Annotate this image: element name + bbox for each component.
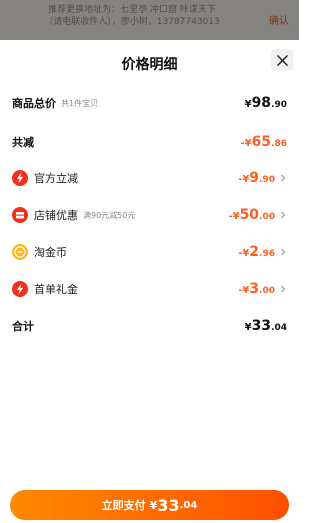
sheet-title: 价格明细 bbox=[121, 57, 178, 73]
goods-count: 共1件宝贝 bbox=[61, 98, 99, 108]
pay-now-label: 立即支付 bbox=[101, 499, 146, 512]
chevron-right-icon bbox=[281, 211, 286, 219]
row-first-order-gift[interactable]: 首单礼金 -¥ 3 .00 bbox=[12, 279, 287, 299]
taojinbi-label: 淘金币 bbox=[34, 246, 67, 259]
official-discount-label: 官方立减 bbox=[34, 172, 78, 185]
shop-icon bbox=[12, 207, 28, 223]
lightning-icon bbox=[12, 170, 28, 186]
row-shop-discount[interactable]: 店铺优惠 满90元减50元 -¥ 50 .00 bbox=[12, 205, 287, 225]
chevron-right-icon bbox=[281, 174, 286, 182]
price-detail-sheet: 价格明细 商品总价 共1件宝贝 ¥ 98 .90 共减 -¥ 65 .86 官方… bbox=[0, 40, 299, 523]
shop-discount-amount: -¥ 50 .00 bbox=[228, 207, 275, 223]
reduction-label: 共减 bbox=[12, 136, 34, 149]
chevron-right-icon bbox=[281, 248, 286, 256]
row-official-discount[interactable]: 官方立减 -¥ 9 .90 bbox=[12, 168, 287, 188]
dim-overlay[interactable] bbox=[0, 0, 299, 40]
lightning-icon bbox=[12, 281, 28, 297]
row-total-reduction: 共减 -¥ 65 .86 bbox=[12, 132, 287, 152]
close-button[interactable] bbox=[271, 49, 293, 71]
shop-discount-condition: 满90元减50元 bbox=[83, 210, 136, 220]
pay-now-button[interactable]: 立即支付 ¥ 33 .04 bbox=[10, 490, 289, 520]
pay-amount-int: 33 bbox=[157, 495, 180, 515]
shop-discount-label: 店铺优惠 bbox=[34, 209, 78, 222]
sum-label: 合计 bbox=[12, 320, 34, 333]
row-goods-total: 商品总价 共1件宝贝 ¥ 98 .90 bbox=[12, 93, 287, 113]
chevron-right-icon bbox=[281, 285, 286, 293]
taojinbi-amount: -¥ 2 .96 bbox=[238, 244, 275, 260]
row-taojinbi[interactable]: 淘金币 -¥ 2 .96 bbox=[12, 242, 287, 262]
reduction-amount: -¥ 65 .86 bbox=[240, 134, 287, 150]
row-sum: 合计 ¥ 33 .04 bbox=[12, 316, 287, 336]
coin-icon bbox=[12, 244, 28, 260]
pay-currency: ¥ bbox=[149, 498, 158, 512]
first-order-gift-amount: -¥ 3 .00 bbox=[238, 281, 275, 297]
sum-amount: ¥ 33 .04 bbox=[244, 318, 287, 334]
close-icon bbox=[276, 54, 288, 66]
goods-total-amount: ¥ 98 .90 bbox=[244, 95, 287, 111]
official-discount-amount: -¥ 9 .90 bbox=[238, 170, 275, 186]
first-order-gift-label: 首单礼金 bbox=[34, 283, 78, 296]
goods-total-label: 商品总价 bbox=[12, 97, 56, 110]
pay-amount-dec: .04 bbox=[179, 499, 198, 511]
